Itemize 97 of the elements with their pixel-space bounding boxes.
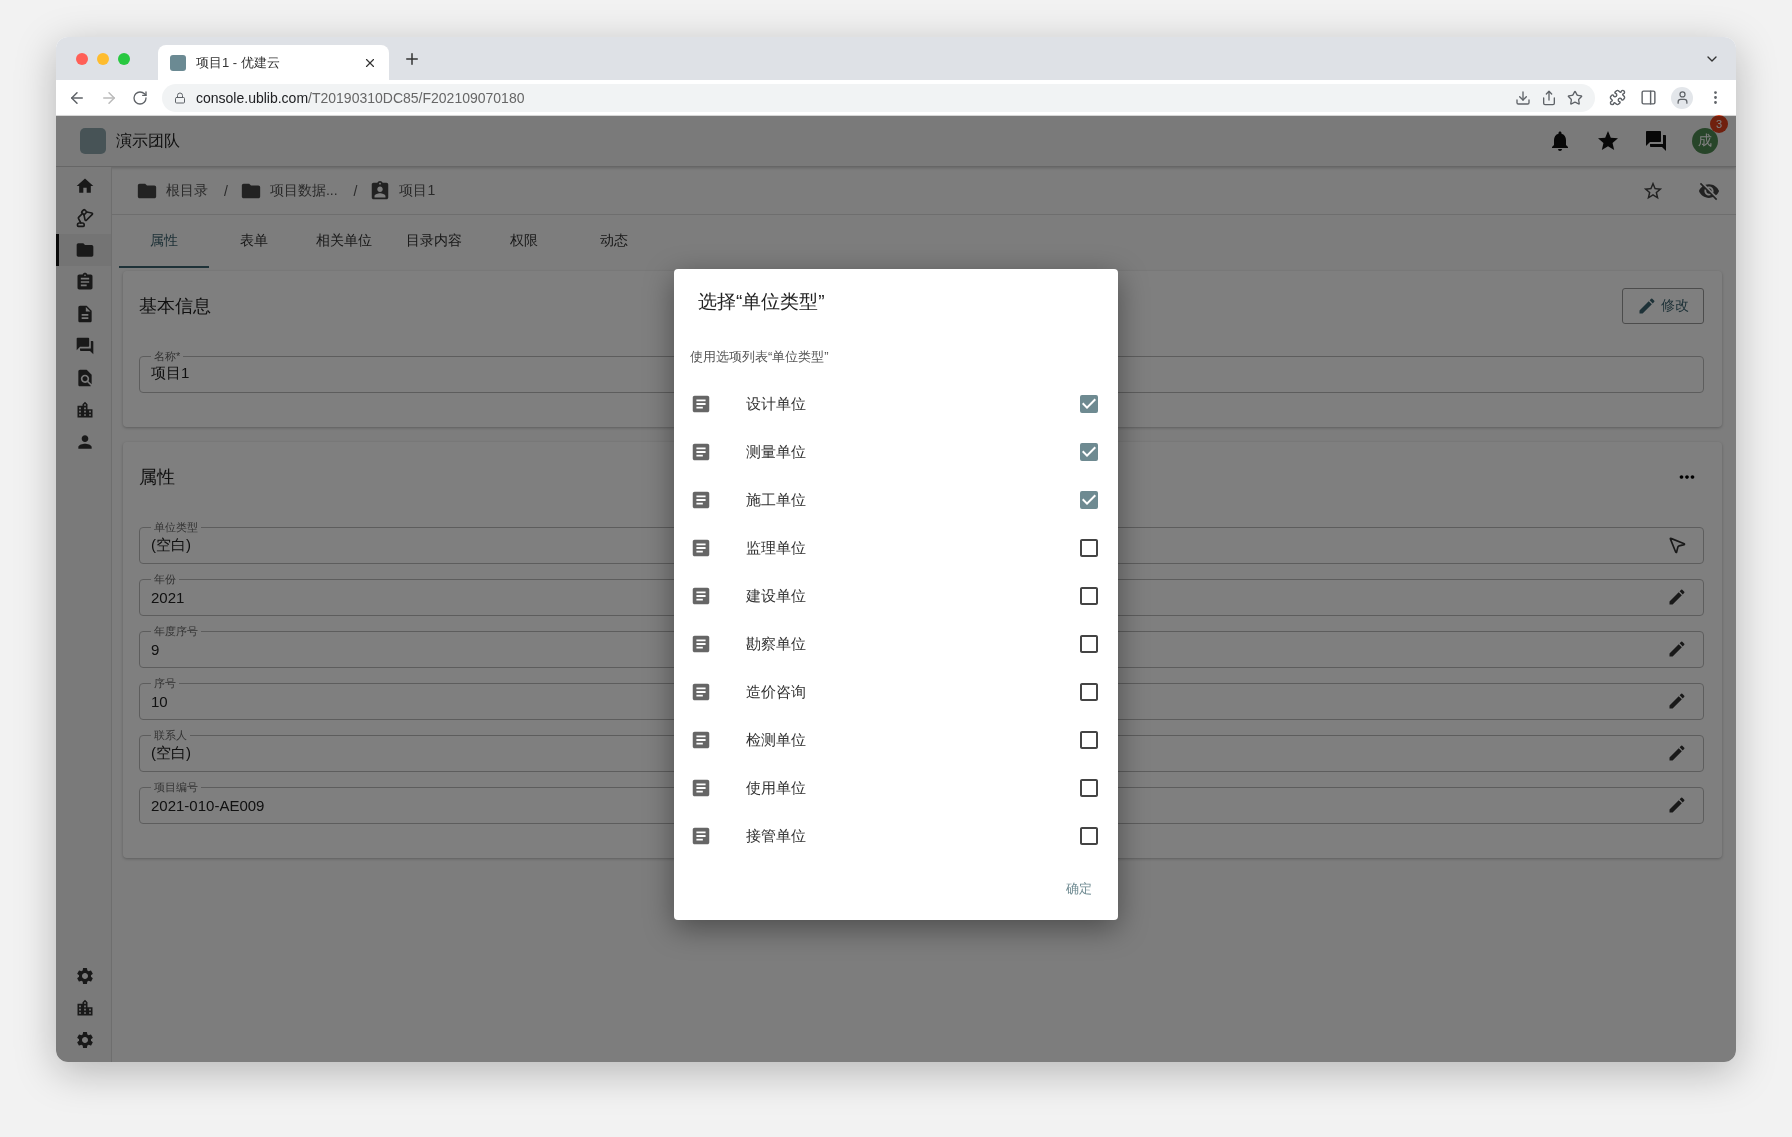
pencil-icon [1637,296,1657,316]
option-label: 勘察单位 [746,634,807,654]
download-icon[interactable] [1515,89,1531,106]
profile-avatar[interactable] [1671,86,1693,109]
folder-icon[interactable] [75,240,95,260]
tab[interactable]: 相关单位 [299,215,389,268]
option-label: 测量单位 [746,442,807,462]
checkbox[interactable] [1077,776,1101,800]
dialog-subtitle: 使用选项列表“单位类型” [690,348,830,366]
tab[interactable]: 表单 [209,215,299,268]
field-label: 年度序号 [153,624,199,639]
settings-icon[interactable] [75,966,95,986]
option-label: 监理单位 [746,538,807,558]
home-icon[interactable] [75,176,95,196]
list-icon [690,777,712,799]
edit-button[interactable]: 修改 [1622,288,1704,324]
breadcrumb-link[interactable]: 根目录 [166,181,208,200]
list-icon [690,393,712,415]
puzzle-icon[interactable] [1609,89,1626,106]
star-icon[interactable] [1596,129,1620,153]
option-label: 造价咨询 [746,682,807,702]
field-value: (空白) [151,743,191,763]
checkbox[interactable] [1077,632,1101,656]
url-text: console.ublib.com/T20190310DC85/F202109070180 [196,89,525,106]
tab[interactable]: 目录内容 [389,215,479,268]
section-title: 属性 [139,466,175,489]
confirm-button[interactable]: 确定 [1054,874,1104,904]
section-title: 基本信息 [139,295,211,318]
checkbox[interactable] [1077,824,1101,848]
field-value: 9 [151,640,160,658]
document-icon[interactable] [75,304,95,324]
field-label: 名称* [153,349,182,364]
list-icon [690,681,712,703]
list-icon [690,489,712,511]
logo-icon [80,128,106,154]
field-value: 项目1 [151,364,190,383]
checkbox[interactable] [1077,680,1101,704]
user-avatar[interactable]: 成 [1692,128,1718,154]
checkbox[interactable] [1077,728,1101,752]
chat-icon[interactable] [75,336,95,356]
tab[interactable]: 权限 [479,215,569,268]
url-field[interactable]: console.ublib.com/T20190310DC85/F202109070180 [162,83,1595,112]
option-label: 施工单位 [746,490,807,510]
settings-icon[interactable] [75,1030,95,1050]
list-icon [690,633,712,655]
field-label: 联系人 [153,728,188,743]
option-label: 检测单位 [746,730,807,750]
reload-icon[interactable] [132,89,148,106]
field-value: 10 [151,692,168,710]
pencil-icon[interactable] [1667,795,1687,815]
star-icon[interactable] [1567,89,1583,106]
team-name: 演示团队 [116,130,180,151]
field-label: 项目编号 [153,780,199,795]
pencil-icon[interactable] [1667,691,1687,711]
list-icon [690,537,712,559]
favicon-icon [170,54,186,71]
pointer-icon[interactable] [1667,535,1687,555]
dialog-title: 选择“单位类型” [698,290,826,314]
option-label: 接管单位 [746,826,807,846]
side-panel-icon[interactable] [1640,89,1657,106]
list-icon [690,441,712,463]
browser-tab[interactable]: 项目1 - 优建云 [158,45,389,80]
field-label: 序号 [153,676,177,691]
checkbox[interactable] [1077,536,1101,560]
field-label: 单位类型 [153,520,199,535]
checkbox[interactable] [1077,392,1101,416]
tab-title: 项目1 - 优建云 [196,53,281,72]
list-icon [690,729,712,751]
lock-icon [174,91,186,104]
option-label: 设计单位 [746,394,807,414]
breadcrumb-link[interactable]: 项目1 [399,181,436,200]
notification-badge: 3 [1710,115,1728,133]
breadcrumb-link[interactable]: 项目数据... [269,181,338,200]
checkbox[interactable] [1077,488,1101,512]
field-value: 2021-010-AE009 [151,796,265,814]
option-label: 建设单位 [746,586,807,606]
lamp-icon[interactable] [75,208,95,228]
pencil-icon[interactable] [1667,743,1687,763]
building-icon[interactable] [75,400,95,420]
field-label: 年份 [153,572,177,587]
pencil-icon[interactable] [1667,639,1687,659]
list-icon [690,825,712,847]
breadcrumb-separator: / [353,182,358,199]
tab[interactable]: 属性 [119,215,209,268]
field-value: (空白) [151,535,191,555]
breadcrumb-separator: / [224,182,228,199]
share-icon[interactable] [1541,89,1557,106]
chat-icon[interactable] [1644,129,1668,153]
list-icon [690,585,712,607]
option-label: 使用单位 [746,778,807,798]
field-value: 2021 [151,588,185,606]
search-page-icon[interactable] [75,368,95,388]
checkbox[interactable] [1077,584,1101,608]
building-icon[interactable] [75,998,95,1018]
pencil-icon[interactable] [1667,587,1687,607]
checkbox[interactable] [1077,440,1101,464]
tab[interactable]: 动态 [569,215,659,268]
